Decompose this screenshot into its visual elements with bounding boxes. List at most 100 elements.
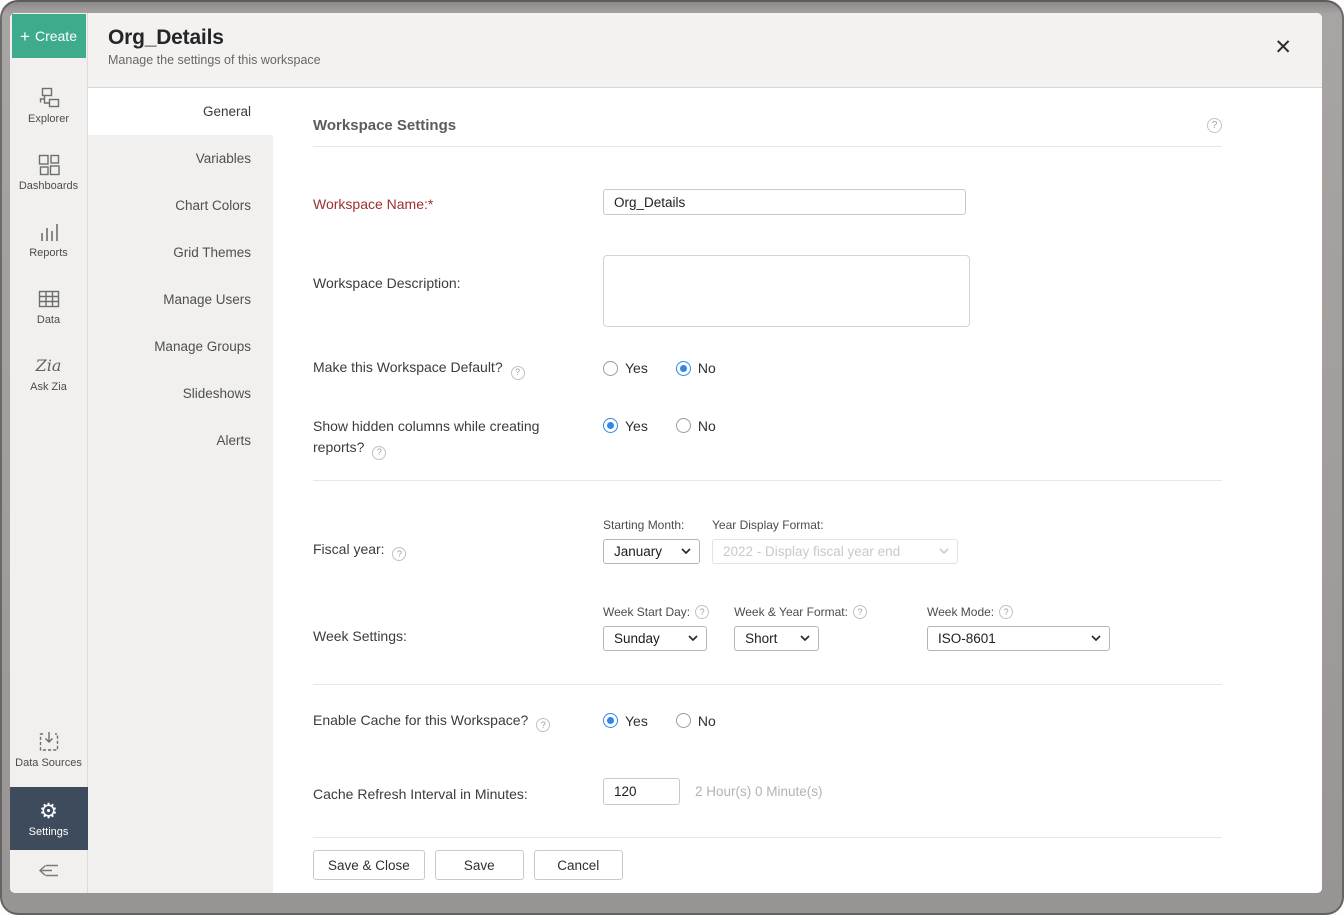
sidebar-item-label: Reports: [10, 247, 87, 259]
week-year-format-select[interactable]: Short: [734, 626, 819, 651]
tab-slideshows[interactable]: Slideshows: [88, 370, 273, 417]
make-default-yes-radio[interactable]: [603, 361, 618, 376]
sidebar-item-explorer[interactable]: Explorer: [10, 84, 87, 125]
starting-month-select[interactable]: January: [603, 539, 700, 564]
tab-general[interactable]: General: [88, 88, 273, 135]
cache-interval-input[interactable]: [603, 778, 680, 805]
make-default-no-radio[interactable]: [676, 361, 691, 376]
app-window: + Create Explorer: [10, 13, 1322, 893]
sidebar-item-dashboards[interactable]: Dashboards: [10, 151, 87, 192]
week-mode-select[interactable]: ISO-8601: [927, 626, 1110, 651]
divider: [313, 146, 1222, 147]
hidden-columns-row: Show hidden columns while creating repor…: [313, 416, 1222, 460]
sidebar-item-reports[interactable]: Reports: [10, 218, 87, 259]
divider: [313, 837, 1222, 838]
tab-alerts[interactable]: Alerts: [88, 417, 273, 464]
save-and-close-button[interactable]: Save & Close: [313, 850, 425, 880]
sidebar-item-label: Data: [10, 314, 87, 326]
app-sidebar: + Create Explorer: [10, 13, 88, 893]
close-icon[interactable]: ✕: [1274, 37, 1292, 58]
fiscal-year-row: Fiscal year: ? Starting Month: January: [313, 518, 1222, 564]
collapse-sidebar-icon[interactable]: [37, 862, 61, 879]
starting-month-label: Starting Month:: [603, 518, 700, 532]
page-title: Org_Details: [108, 26, 1322, 50]
week-settings-label: Week Settings:: [313, 605, 603, 651]
workspace-name-row: Workspace Name:*: [313, 189, 1222, 215]
window-frame: + Create Explorer: [0, 0, 1344, 915]
help-icon[interactable]: ?: [392, 547, 406, 561]
chevron-down-icon: [688, 635, 698, 641]
workspace-settings-panel: Workspace Settings ? Workspace Name:* Wo…: [273, 88, 1322, 893]
help-icon[interactable]: ?: [1207, 118, 1222, 133]
ask-zia-icon: Zia: [10, 352, 87, 378]
main-column: Org_Details Manage the settings of this …: [88, 13, 1322, 893]
cache-interval-hint: 2 Hour(s) 0 Minute(s): [695, 784, 823, 799]
hidden-columns-label: Show hidden columns while creating repor…: [313, 416, 603, 460]
hidden-columns-yes-radio[interactable]: [603, 418, 618, 433]
week-settings-row: Week Settings: Week Start Day: ? Sunday: [313, 605, 1222, 651]
sidebar-item-data-sources[interactable]: Data Sources: [10, 728, 87, 769]
save-button[interactable]: Save: [435, 850, 524, 880]
enable-cache-yes-radio[interactable]: [603, 713, 618, 728]
workspace-description-textarea[interactable]: [603, 255, 970, 327]
plus-icon: +: [20, 28, 30, 45]
divider: [313, 684, 1222, 685]
sidebar-item-data[interactable]: Data: [10, 285, 87, 326]
create-button[interactable]: + Create: [12, 14, 86, 58]
help-icon[interactable]: ?: [372, 446, 386, 460]
page-header: Org_Details Manage the settings of this …: [88, 13, 1322, 88]
help-icon[interactable]: ?: [695, 605, 709, 619]
tab-manage-users[interactable]: Manage Users: [88, 276, 273, 323]
make-default-label: Make this Workspace Default? ?: [313, 357, 603, 380]
help-icon[interactable]: ?: [511, 366, 525, 380]
action-buttons: Save & Close Save Cancel: [313, 850, 1222, 880]
sidebar-item-ask-zia[interactable]: Zia Ask Zia: [10, 352, 87, 393]
week-start-day-select[interactable]: Sunday: [603, 626, 707, 651]
sidebar-item-settings[interactable]: ⚙ Settings: [10, 787, 88, 850]
help-icon[interactable]: ?: [853, 605, 867, 619]
enable-cache-no-radio[interactable]: [676, 713, 691, 728]
radio-option-label[interactable]: No: [698, 713, 716, 729]
explorer-icon: [10, 84, 87, 110]
radio-option-label[interactable]: No: [698, 360, 716, 376]
sidebar-item-label: Dashboards: [10, 180, 87, 192]
data-table-icon: [10, 285, 87, 311]
week-mode-label: Week Mode: ?: [927, 605, 1110, 619]
chevron-down-icon: [681, 548, 691, 554]
help-icon[interactable]: ?: [536, 718, 550, 732]
hidden-columns-no-radio[interactable]: [676, 418, 691, 433]
tab-variables[interactable]: Variables: [88, 135, 273, 182]
help-icon[interactable]: ?: [999, 605, 1013, 619]
radio-option-label[interactable]: No: [698, 418, 716, 434]
week-start-day-label: Week Start Day: ?: [603, 605, 709, 619]
chevron-down-icon: [800, 635, 810, 641]
reports-icon: [10, 218, 87, 244]
chevron-down-icon: [1091, 635, 1101, 641]
radio-option-label[interactable]: Yes: [625, 713, 648, 729]
tab-grid-themes[interactable]: Grid Themes: [88, 229, 273, 276]
dashboards-icon: [10, 151, 87, 177]
sidebar-bottom-group: Data Sources ⚙ Settings: [10, 728, 87, 893]
sidebar-item-label: Settings: [10, 826, 88, 838]
enable-cache-label: Enable Cache for this Workspace? ?: [313, 710, 603, 733]
create-button-label: Create: [35, 28, 77, 44]
make-default-row: Make this Workspace Default? ? Yes No: [313, 357, 1222, 380]
workspace-name-input[interactable]: [603, 189, 966, 215]
radio-option-label[interactable]: Yes: [625, 418, 648, 434]
tab-chart-colors[interactable]: Chart Colors: [88, 182, 273, 229]
week-year-format-label: Week & Year Format: ?: [734, 605, 867, 619]
cache-interval-label: Cache Refresh Interval in Minutes:: [313, 778, 603, 805]
chevron-down-icon: [939, 548, 949, 554]
fiscal-year-label: Fiscal year: ?: [313, 518, 603, 564]
tab-manage-groups[interactable]: Manage Groups: [88, 323, 273, 370]
cache-interval-row: Cache Refresh Interval in Minutes: 2 Hou…: [313, 778, 1222, 805]
workspace-description-label: Workspace Description:: [313, 255, 603, 327]
radio-option-label[interactable]: Yes: [625, 360, 648, 376]
settings-tab-list: General Variables Chart Colors Grid Them…: [88, 88, 273, 893]
page-subtitle: Manage the settings of this workspace: [108, 53, 1322, 67]
divider: [313, 480, 1222, 481]
cancel-button[interactable]: Cancel: [534, 850, 623, 880]
settings-gear-icon: ⚙: [10, 797, 88, 823]
workspace-description-row: Workspace Description:: [313, 255, 1222, 327]
workspace-name-label: Workspace Name:*: [313, 189, 603, 215]
